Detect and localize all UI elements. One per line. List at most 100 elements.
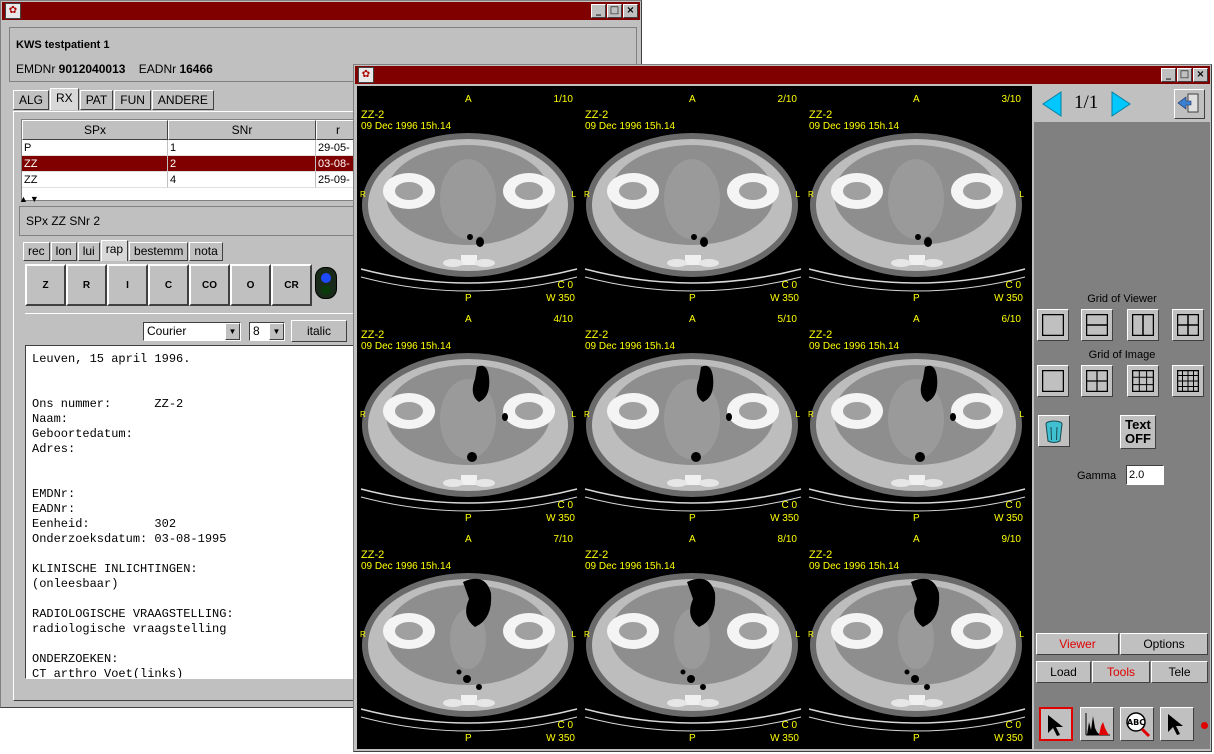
tab-nota[interactable]: nota: [189, 242, 223, 261]
histogram-tool-button[interactable]: [1080, 707, 1114, 741]
image-index: 1/10: [553, 94, 573, 105]
report-format-toolbar: Z R I C CO O CR: [25, 264, 312, 306]
image-index: 5/10: [777, 314, 797, 325]
page-indicator: 1/1: [1074, 92, 1099, 113]
ct-image-cell[interactable]: ZZ-2 09 Dec 1996 15h.14 A 2/10 R L C 0 P W 350: [581, 87, 805, 307]
window-center: C 0: [1005, 280, 1021, 291]
orientation-right: L: [571, 630, 576, 639]
gamma-input[interactable]: 2.0: [1126, 465, 1164, 485]
text-overlay-toggle[interactable]: Text OFF: [1120, 415, 1156, 449]
orientation-left: R: [584, 630, 590, 639]
delete-button[interactable]: [1038, 415, 1070, 447]
svg-text:ABC: ABC: [1127, 718, 1145, 727]
split-pane-arrows-icon[interactable]: ▲▼: [19, 194, 41, 204]
pointer-arrow-icon: [1048, 715, 1063, 736]
next-page-button[interactable]: [1106, 89, 1136, 119]
minimize-button[interactable]: _: [1161, 68, 1176, 82]
tab-load[interactable]: Load: [1036, 661, 1091, 683]
acquisition-date: 09 Dec 1996 15h.14: [809, 341, 900, 352]
tab-rap[interactable]: rap: [100, 240, 129, 261]
series-label: ZZ-2: [585, 329, 609, 341]
format-button-cr[interactable]: CR: [271, 264, 312, 306]
tab-pat[interactable]: PAT: [79, 90, 114, 110]
tab-fun[interactable]: FUN: [114, 90, 151, 110]
tab-lui[interactable]: lui: [77, 242, 100, 261]
annotation-tool-button[interactable]: ABC: [1120, 707, 1154, 741]
grid-of-image-label: Grid of Image: [1088, 349, 1156, 361]
viewer-grid-2x1-button[interactable]: [1081, 309, 1113, 341]
font-family-select[interactable]: Courier ▼: [143, 322, 241, 341]
report-text-area[interactable]: Leuven, 15 april 1996. Ons nummer: ZZ-2 …: [25, 345, 355, 679]
ct-image-cell[interactable]: ZZ-2 09 Dec 1996 15h.14 A 7/10 R L C 0 P W 350: [357, 527, 581, 747]
app-icon: ✿: [358, 67, 374, 83]
image-index: 9/10: [1001, 534, 1021, 545]
acquisition-date: 09 Dec 1996 15h.14: [361, 341, 452, 352]
maximize-button[interactable]: □: [607, 4, 622, 18]
ct-image-cell[interactable]: ZZ-2 09 Dec 1996 15h.14 A 4/10 R L C 0 P W 350: [357, 307, 581, 527]
eadnr-value: 16466: [179, 62, 213, 76]
column-header-spx[interactable]: SPx: [22, 120, 168, 140]
grid-columns-icon: [1132, 314, 1154, 336]
magnifier-text-icon: ABC: [1126, 712, 1151, 738]
title-bar[interactable]: ✿ _ □ ×: [355, 66, 1210, 84]
format-button-z[interactable]: Z: [25, 264, 66, 306]
image-grid-2x2-button[interactable]: [1081, 365, 1113, 397]
viewer-grid-2x2-button[interactable]: [1172, 309, 1204, 341]
viewer-grid-1x2-button[interactable]: [1127, 309, 1159, 341]
image-grid-viewport[interactable]: ZZ-2 09 Dec 1996 15h.14 A 1/10 R L C 0PW 350 ZZ…: [357, 86, 1032, 749]
close-button[interactable]: ×: [1193, 68, 1208, 82]
viewer-grid-1x1-button[interactable]: [1037, 309, 1069, 341]
tab-lon[interactable]: lon: [50, 242, 77, 261]
tab-options[interactable]: Options: [1120, 633, 1208, 655]
chevron-down-icon[interactable]: ▼: [225, 323, 240, 340]
title-bar[interactable]: ✿ _ □ ×: [2, 2, 640, 20]
image-grid-4x4-button[interactable]: [1172, 365, 1204, 397]
ct-image-cell[interactable]: ZZ-2 09 Dec 1996 15h.14 A 5/10 R L C 0 P W 350: [581, 307, 805, 527]
select-tool-button[interactable]: [1160, 707, 1194, 741]
format-button-i[interactable]: I: [107, 264, 148, 306]
table-row-selected[interactable]: ZZ 2 03-08-: [22, 156, 360, 172]
orientation-right: L: [571, 190, 576, 199]
format-button-o[interactable]: O: [230, 264, 271, 306]
ct-image-cell[interactable]: ZZ-2 09 Dec 1996 15h.14 A 1/10 R L C 0 P W 350: [357, 87, 581, 307]
italic-button[interactable]: italic: [291, 320, 347, 342]
maximize-button[interactable]: □: [1177, 68, 1192, 82]
orientation-bottom: P: [689, 513, 696, 524]
image-grid-1x1-button[interactable]: [1037, 365, 1069, 397]
font-size-select[interactable]: 8 ▼: [249, 322, 285, 341]
series-label: ZZ-2: [809, 109, 833, 121]
ct-slice-graphic: [584, 133, 802, 292]
minimize-button[interactable]: _: [591, 4, 606, 18]
acquisition-date: 09 Dec 1996 15h.14: [585, 341, 676, 352]
ct-image-cell[interactable]: ZZ-2 09 Dec 1996 15h.14 A 9/10 R L C 0 P W 350: [805, 527, 1029, 747]
trash-can-icon: [1045, 420, 1063, 443]
ct-image-cell[interactable]: ZZ-2 09 Dec 1996 15h.14 A 8/10 R L C 0 P W 350: [581, 527, 805, 747]
chevron-down-icon[interactable]: ▼: [269, 323, 284, 340]
close-button[interactable]: ×: [623, 4, 638, 18]
image-grid-3x3-button[interactable]: [1127, 365, 1159, 397]
tab-rx[interactable]: RX: [50, 88, 79, 110]
format-button-c[interactable]: C: [148, 264, 189, 306]
patient-name: KWS testpatient 1: [16, 39, 110, 51]
table-row[interactable]: P 1 29-05-: [22, 140, 360, 156]
orientation-left: R: [360, 190, 366, 199]
tab-viewer[interactable]: Viewer: [1036, 633, 1119, 655]
format-button-co[interactable]: CO: [189, 264, 230, 306]
tab-tele[interactable]: Tele: [1151, 661, 1208, 683]
ct-image-cell[interactable]: ZZ-2 09 Dec 1996 15h.14 A 6/10 R L C 0 P W 350: [805, 307, 1029, 527]
pointer-tool-button[interactable]: [1039, 707, 1073, 741]
format-button-r[interactable]: R: [66, 264, 107, 306]
tab-andere[interactable]: ANDERE: [151, 90, 214, 110]
orientation-left: R: [360, 630, 366, 639]
orientation-left: R: [584, 190, 590, 199]
previous-page-button[interactable]: [1037, 89, 1067, 119]
tab-bestemm[interactable]: bestemm: [129, 242, 189, 261]
column-header-snr[interactable]: SNr: [168, 120, 316, 140]
table-row[interactable]: ZZ 4 25-09-: [22, 172, 360, 188]
tab-tools[interactable]: Tools: [1092, 661, 1150, 683]
ct-image-cell[interactable]: ZZ-2 09 Dec 1996 15h.14 A 3/10 R L C 0 P W 350: [805, 87, 1029, 307]
exit-button[interactable]: [1174, 89, 1205, 119]
series-label: ZZ-2: [809, 329, 833, 341]
tab-alg[interactable]: ALG: [13, 90, 50, 110]
tab-rec[interactable]: rec: [23, 242, 50, 261]
